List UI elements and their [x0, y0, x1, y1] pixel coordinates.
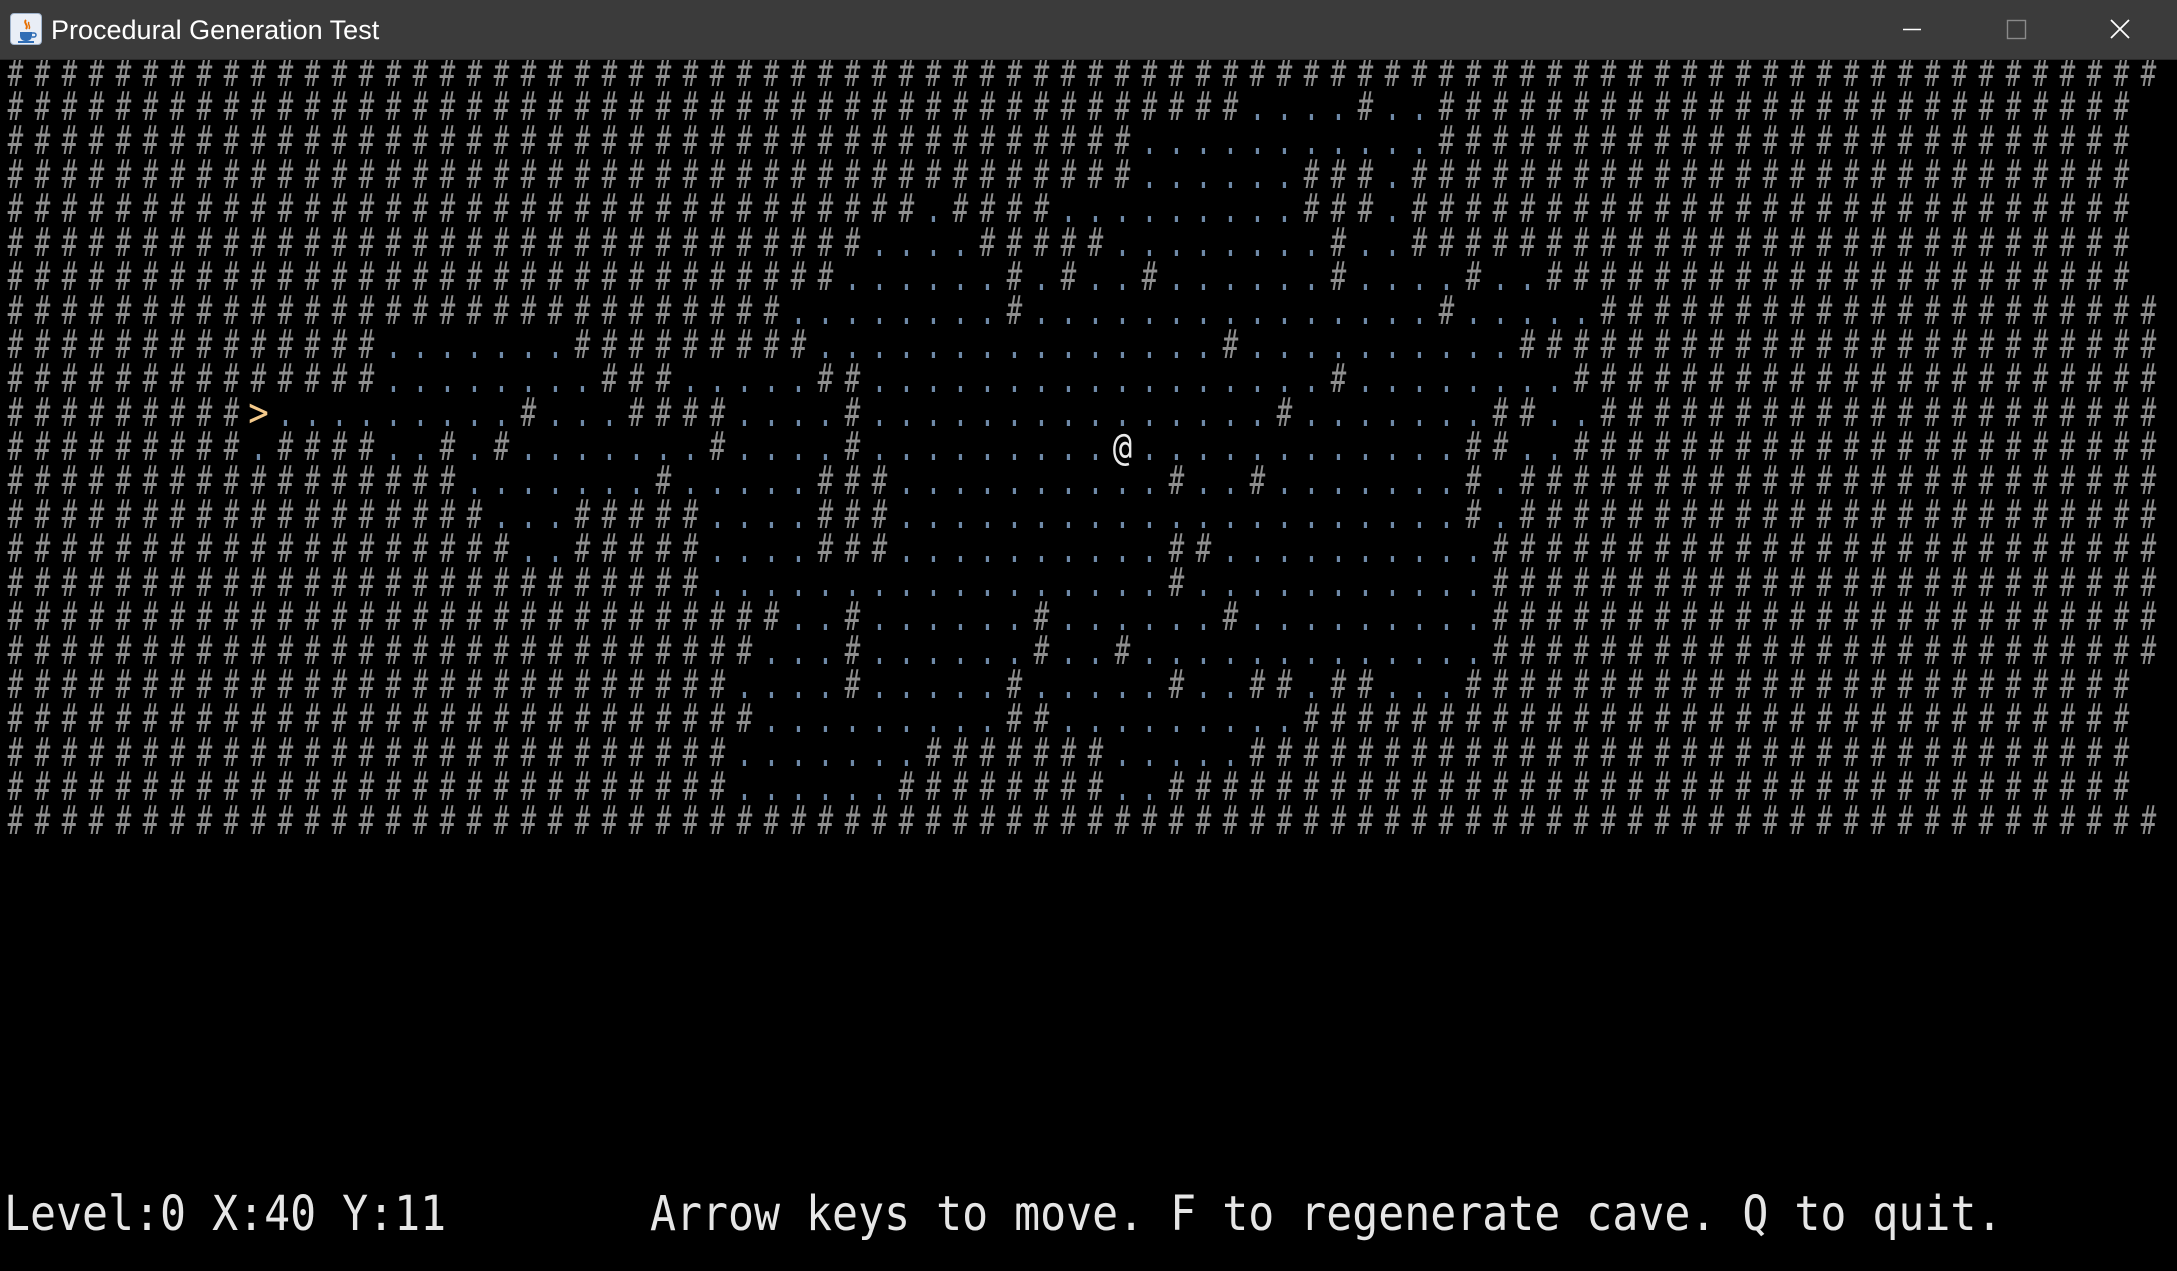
wall-tile: #: [1114, 798, 1131, 844]
wall-tile: #: [277, 798, 294, 844]
wall-tile: #: [34, 798, 51, 844]
wall-tile: #: [1600, 798, 1617, 844]
wall-tile: #: [2140, 60, 2157, 96]
wall-tile: #: [1195, 798, 1212, 844]
wall-tile: #: [1978, 798, 1995, 844]
status-position: Level:0 X:40 Y:11: [4, 1186, 447, 1242]
game-terminal[interactable]: # # # # # # # # # # # # # # # # # # # # # # # # # # # # # # # # # # # # # # # #…: [0, 60, 2177, 1271]
wall-tile: #: [790, 798, 807, 844]
close-icon: [2110, 19, 2130, 39]
wall-tile: #: [439, 798, 456, 844]
wall-tile: #: [1735, 798, 1752, 844]
wall-tile: #: [925, 798, 942, 844]
wall-tile: #: [2140, 628, 2157, 674]
wall-tile: #: [304, 798, 321, 844]
wall-tile: #: [2086, 798, 2103, 844]
wall-tile: #: [682, 798, 699, 844]
wall-tile: #: [2140, 798, 2157, 844]
wall-tile: #: [1843, 798, 1860, 844]
wall-tile: #: [628, 798, 645, 844]
wall-tile: #: [412, 798, 429, 844]
wall-tile: #: [520, 798, 537, 844]
wall-tile: #: [61, 798, 78, 844]
wall-tile: #: [1708, 798, 1725, 844]
wall-tile: #: [1789, 798, 1806, 844]
wall-tile: #: [1141, 798, 1158, 844]
wall-tile: #: [655, 798, 672, 844]
wall-tile: #: [1006, 798, 1023, 844]
wall-tile: #: [1384, 798, 1401, 844]
wall-tile: #: [1222, 798, 1239, 844]
wall-tile: #: [1357, 798, 1374, 844]
wall-tile: #: [1087, 798, 1104, 844]
wall-tile: #: [1411, 798, 1428, 844]
wall-tile: #: [1870, 798, 1887, 844]
wall-tile: #: [142, 798, 159, 844]
wall-tile: #: [871, 798, 888, 844]
wall-tile: #: [601, 798, 618, 844]
wall-tile: #: [358, 798, 375, 844]
wall-tile: #: [1168, 798, 1185, 844]
wall-tile: #: [385, 798, 402, 844]
wall-tile: #: [2032, 798, 2049, 844]
wall-tile: #: [898, 798, 915, 844]
wall-tile: #: [466, 798, 483, 844]
wall-tile: #: [1951, 798, 1968, 844]
wall-tile: #: [1438, 798, 1455, 844]
wall-tile: #: [1330, 798, 1347, 844]
window-title: Procedural Generation Test: [51, 15, 380, 45]
wall-tile: #: [844, 798, 861, 844]
wall-tile: #: [196, 798, 213, 844]
wall-tile: #: [1573, 798, 1590, 844]
wall-tile: #: [1924, 798, 1941, 844]
java-cup-icon: [10, 13, 42, 45]
wall-tile: #: [115, 798, 132, 844]
wall-tile: #: [1492, 798, 1509, 844]
wall-tile: #: [1519, 798, 1536, 844]
wall-tile: #: [736, 798, 753, 844]
wall-tile: #: [574, 798, 591, 844]
title-bar[interactable]: Procedural Generation Test: [0, 0, 2177, 60]
wall-tile: #: [1546, 798, 1563, 844]
wall-tile: #: [1816, 798, 1833, 844]
maximize-icon: [2006, 19, 2027, 40]
wall-tile: #: [979, 798, 996, 844]
wall-tile: #: [1465, 798, 1482, 844]
wall-tile: #: [2005, 798, 2022, 844]
wall-tile: #: [88, 798, 105, 844]
wall-tile: #: [1897, 798, 1914, 844]
wall-tile: #: [1060, 798, 1077, 844]
wall-tile: #: [331, 798, 348, 844]
wall-tile: #: [2059, 798, 2076, 844]
wall-tile: #: [7, 798, 24, 844]
close-button[interactable]: [2068, 0, 2172, 59]
wall-tile: #: [952, 798, 969, 844]
wall-tile: #: [1249, 798, 1266, 844]
wall-tile: #: [817, 798, 834, 844]
wall-tile: #: [169, 798, 186, 844]
wall-tile: #: [709, 798, 726, 844]
wall-tile: #: [223, 798, 240, 844]
wall-tile: #: [1681, 798, 1698, 844]
wall-tile: #: [1762, 798, 1779, 844]
wall-tile: #: [547, 798, 564, 844]
minimize-button[interactable]: [1860, 0, 1964, 59]
minimize-icon: [1903, 28, 1921, 31]
wall-tile: #: [250, 798, 267, 844]
wall-tile: #: [1033, 798, 1050, 844]
maximize-button[interactable]: [1964, 0, 2068, 59]
wall-tile: #: [1303, 798, 1320, 844]
wall-tile: #: [1654, 798, 1671, 844]
wall-tile: #: [763, 798, 780, 844]
wall-tile: #: [493, 798, 510, 844]
wall-tile: #: [1276, 798, 1293, 844]
wall-tile: #: [2113, 798, 2130, 844]
help-text: Arrow keys to move. F to regenerate cave…: [650, 1186, 2003, 1242]
wall-tile: #: [1627, 798, 1644, 844]
